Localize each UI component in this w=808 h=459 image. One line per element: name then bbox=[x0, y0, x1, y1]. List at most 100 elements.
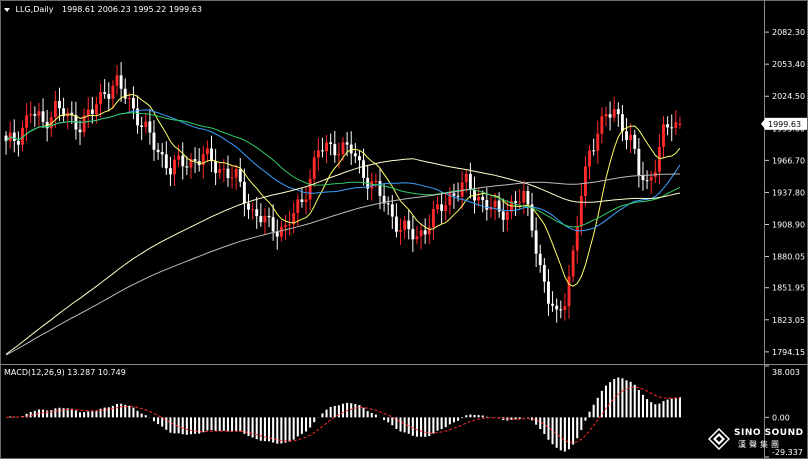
y-tick-label: 2024.50 bbox=[772, 92, 805, 101]
candle-body bbox=[123, 88, 127, 99]
logo-name-cn: 漢聲集團 bbox=[738, 440, 782, 449]
candle-body bbox=[649, 176, 653, 181]
candle-body bbox=[374, 181, 378, 183]
candle-body bbox=[103, 92, 107, 94]
candle-body bbox=[325, 142, 329, 152]
candle-body bbox=[140, 125, 144, 127]
candle-body bbox=[390, 204, 394, 217]
candle-body bbox=[592, 150, 596, 152]
y-tick-label: 1908.90 bbox=[772, 221, 805, 230]
candle-body bbox=[625, 131, 628, 141]
dropdown-triangle-icon[interactable] bbox=[4, 7, 10, 12]
candle-body bbox=[230, 177, 234, 179]
candle-body bbox=[485, 200, 489, 210]
chart-header: LLG,Daily 1998.61 2006.23 1995.22 1999.6… bbox=[4, 5, 202, 14]
candle-body bbox=[267, 215, 271, 218]
candle-body bbox=[608, 114, 612, 118]
candle-body bbox=[115, 75, 119, 86]
candle-body bbox=[477, 196, 481, 201]
candle-body bbox=[296, 199, 300, 214]
candle-body bbox=[99, 92, 103, 105]
candle-body bbox=[620, 114, 624, 132]
candle-body bbox=[357, 156, 361, 161]
y-tick-label: 1880.05 bbox=[772, 253, 805, 262]
candle-body bbox=[678, 123, 682, 125]
candle-body bbox=[226, 168, 230, 179]
candle-body bbox=[255, 209, 259, 217]
candle-body bbox=[111, 85, 115, 99]
candle-body bbox=[353, 153, 357, 157]
candle-body bbox=[612, 109, 616, 118]
logo-name-en: SINO SOUND bbox=[734, 428, 804, 438]
candle-body bbox=[518, 202, 522, 204]
candle-body bbox=[218, 169, 222, 173]
candle-body bbox=[378, 181, 382, 196]
candle-body bbox=[600, 116, 604, 134]
candle-body bbox=[242, 181, 246, 204]
candle-body bbox=[567, 276, 571, 307]
candle-body bbox=[456, 195, 460, 197]
candle-body bbox=[481, 196, 485, 201]
candle-body bbox=[53, 100, 57, 118]
candle-body bbox=[90, 109, 94, 114]
candle-body bbox=[205, 148, 209, 155]
macd-tick-label: 0.00 bbox=[772, 413, 790, 422]
candle-body bbox=[526, 191, 530, 205]
candle-body bbox=[284, 225, 287, 227]
candle-body bbox=[333, 144, 337, 156]
y-tick-label: 2053.40 bbox=[772, 60, 805, 69]
candle-body bbox=[386, 203, 390, 205]
candle-body bbox=[37, 111, 41, 116]
candle-body bbox=[345, 142, 349, 145]
candle-body bbox=[12, 132, 16, 141]
candle-body bbox=[86, 109, 90, 116]
candle-body bbox=[193, 159, 197, 162]
candle-body bbox=[234, 169, 238, 178]
candle-body bbox=[362, 160, 365, 178]
candle-body bbox=[538, 253, 542, 265]
candle-body bbox=[460, 182, 464, 197]
candle-body bbox=[41, 111, 45, 122]
logo-mark-icon bbox=[708, 428, 730, 450]
candle-body bbox=[156, 149, 160, 153]
candle-body bbox=[168, 168, 172, 175]
candle-body bbox=[144, 121, 148, 127]
candle-body bbox=[288, 224, 292, 226]
candle-body bbox=[493, 200, 497, 208]
candle-body bbox=[58, 100, 61, 109]
candle-body bbox=[127, 98, 131, 100]
macd-label: MACD(12,26,9) 13.287 10.749 bbox=[4, 368, 126, 377]
y-tick-label: 1794.15 bbox=[772, 348, 805, 357]
candle-body bbox=[78, 129, 82, 133]
sino-sound-logo: SINO SOUND 漢聲集團 bbox=[708, 426, 804, 456]
y-tick-label: 1823.05 bbox=[772, 316, 805, 325]
candle-body bbox=[596, 133, 600, 151]
candle-body bbox=[431, 209, 435, 228]
moving-average-line bbox=[5, 158, 681, 355]
candle-body bbox=[468, 173, 472, 190]
candle-body bbox=[616, 109, 620, 115]
candle-body bbox=[337, 153, 341, 156]
candle-body bbox=[415, 236, 419, 240]
candle-body bbox=[181, 155, 185, 167]
candle-body bbox=[464, 173, 468, 183]
candle-body bbox=[407, 220, 411, 230]
candle-body bbox=[440, 204, 444, 211]
candle-body bbox=[411, 229, 415, 240]
candle-body bbox=[271, 217, 275, 232]
candle-body bbox=[210, 148, 213, 162]
ohlc-readout: 1998.61 2006.23 1995.22 1999.63 bbox=[62, 5, 202, 14]
chart-canvas: 2082.302053.402024.501995.601966.701937.… bbox=[0, 0, 808, 459]
candle-body bbox=[119, 75, 123, 89]
candle-body bbox=[662, 124, 665, 147]
candle-body bbox=[501, 211, 505, 220]
candle-body bbox=[514, 201, 518, 203]
candle-body bbox=[329, 142, 333, 145]
candle-body bbox=[505, 211, 509, 220]
candle-body bbox=[25, 115, 29, 128]
candle-body bbox=[131, 98, 135, 109]
symbol-label: LLG,Daily bbox=[15, 5, 54, 14]
y-tick-label: 1851.95 bbox=[772, 284, 805, 293]
candle-body bbox=[238, 169, 242, 182]
candle-body bbox=[637, 148, 641, 175]
